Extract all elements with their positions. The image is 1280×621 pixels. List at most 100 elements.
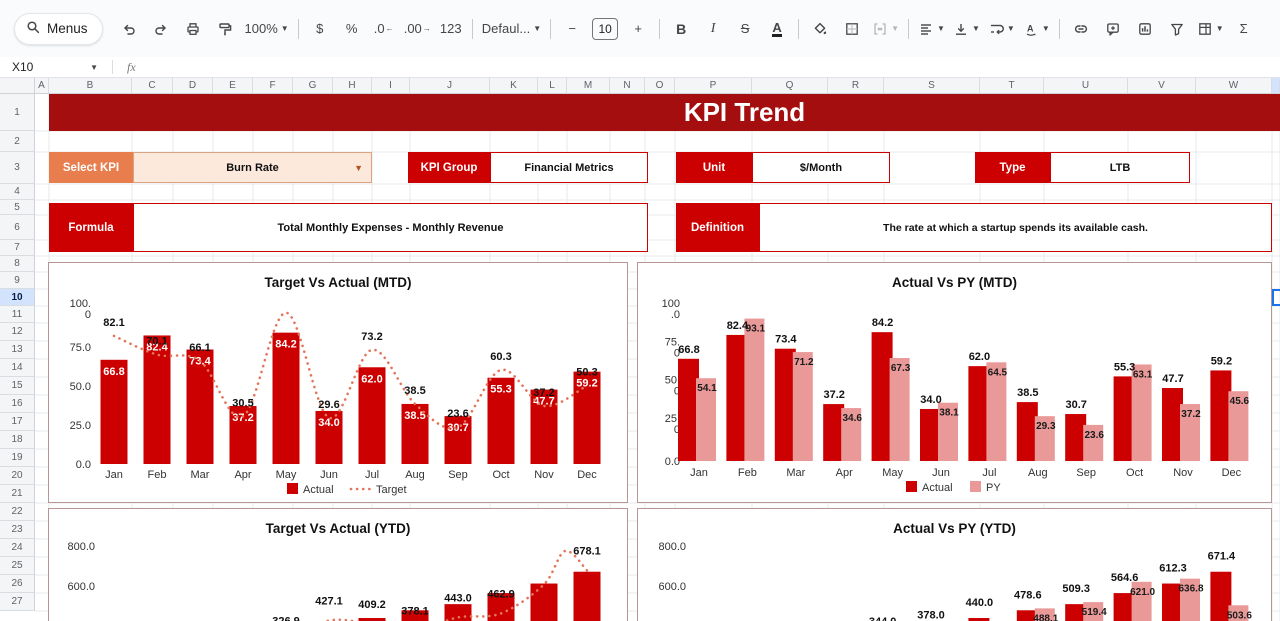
row-header-9[interactable]: 9	[0, 272, 35, 289]
italic-button[interactable]: I	[698, 16, 728, 42]
decrease-decimals-button[interactable]: .0←	[369, 16, 399, 42]
row-header-11[interactable]: 11	[0, 306, 35, 323]
col-header-R[interactable]: R	[828, 78, 884, 94]
col-header-I[interactable]: I	[372, 78, 410, 94]
svg-text:75.0: 75.0	[70, 342, 91, 354]
row-header-25[interactable]: 25	[0, 557, 35, 575]
search-icon	[25, 19, 41, 38]
col-header-E[interactable]: E	[213, 78, 253, 94]
row-header-18[interactable]: 18	[0, 431, 35, 449]
row-header-15[interactable]: 15	[0, 377, 35, 395]
row-header-19[interactable]: 19	[0, 449, 35, 467]
row-header-3[interactable]: 3	[0, 152, 35, 184]
vertical-align-icon[interactable]: ▼	[950, 16, 983, 42]
actual-bar-Jul	[968, 366, 989, 461]
text-color-button[interactable]: A	[762, 16, 792, 42]
col-header-T[interactable]: T	[980, 78, 1044, 94]
definition-value: The rate at which a startup spends its a…	[759, 203, 1272, 252]
row-header-27[interactable]: 27	[0, 593, 35, 611]
row-header-22[interactable]: 22	[0, 503, 35, 521]
create-filter-icon[interactable]	[1162, 16, 1192, 42]
kpi-select-dropdown[interactable]: Burn Rate ▼	[133, 152, 372, 183]
col-header-P[interactable]: P	[675, 78, 752, 94]
col-header-L[interactable]: L	[538, 78, 567, 94]
row-header-16[interactable]: 16	[0, 395, 35, 413]
col-header-U[interactable]: U	[1044, 78, 1128, 94]
row-header-17[interactable]: 17	[0, 413, 35, 431]
format-currency-button[interactable]: $	[305, 16, 335, 42]
row-header-12[interactable]: 12	[0, 323, 35, 341]
format-percent-button[interactable]: %	[337, 16, 367, 42]
row-header-21[interactable]: 21	[0, 485, 35, 503]
font-select[interactable]: Defaul...▼	[479, 16, 544, 42]
row-header-10[interactable]: 10	[0, 289, 35, 306]
row-header-7[interactable]: 7	[0, 240, 35, 256]
col-header-C[interactable]: C	[132, 78, 173, 94]
increase-font-size-button[interactable]: +	[623, 16, 653, 42]
row-header-23[interactable]: 23	[0, 521, 35, 539]
decrease-font-size-button[interactable]: −	[557, 16, 587, 42]
strikethrough-button[interactable]: S	[730, 16, 760, 42]
row-header-6[interactable]: 6	[0, 215, 35, 240]
col-header-V[interactable]: V	[1128, 78, 1196, 94]
col-header-B[interactable]: B	[49, 78, 132, 94]
col-header-D[interactable]: D	[173, 78, 213, 94]
toolbar-separator	[298, 19, 299, 39]
row-header-26[interactable]: 26	[0, 575, 35, 593]
col-header-x-partial[interactable]	[1272, 78, 1280, 94]
table-icon[interactable]: ▼	[1194, 16, 1227, 42]
more-formats-button[interactable]: 123	[436, 16, 466, 42]
kpi-group-value: Financial Metrics	[490, 152, 648, 183]
chart-title: Target Vs Actual (MTD)	[264, 275, 411, 290]
col-header-G[interactable]: G	[293, 78, 333, 94]
row-header-20[interactable]: 20	[0, 467, 35, 485]
svg-text:Jan: Jan	[690, 467, 708, 479]
select-all-corner[interactable]	[0, 78, 35, 94]
undo-icon[interactable]	[114, 16, 144, 42]
text-rotation-icon[interactable]: A▼	[1020, 16, 1053, 42]
functions-button[interactable]: Σ	[1229, 16, 1259, 42]
text-wrap-icon[interactable]: ▼	[985, 16, 1018, 42]
svg-text:Sep: Sep	[448, 469, 468, 481]
bold-button[interactable]: B	[666, 16, 696, 42]
fill-color-icon[interactable]	[805, 16, 835, 42]
col-header-F[interactable]: F	[253, 78, 293, 94]
print-icon[interactable]	[178, 16, 208, 42]
name-box[interactable]: X10 ▼	[0, 60, 106, 74]
row-header-1[interactable]: 1	[0, 94, 35, 131]
col-header-Q[interactable]: Q	[752, 78, 828, 94]
col-header-A[interactable]: A	[35, 78, 49, 94]
col-header-N[interactable]: N	[610, 78, 645, 94]
menus-button[interactable]: Menus	[14, 13, 103, 45]
col-header-M[interactable]: M	[567, 78, 610, 94]
divider	[112, 60, 113, 74]
col-header-K[interactable]: K	[490, 78, 538, 94]
col-header-S[interactable]: S	[884, 78, 980, 94]
row-header-5[interactable]: 5	[0, 200, 35, 215]
svg-text:Actual: Actual	[303, 484, 334, 496]
insert-link-icon[interactable]	[1066, 16, 1096, 42]
row-header-14[interactable]: 14	[0, 359, 35, 377]
row-header-24[interactable]: 24	[0, 539, 35, 557]
unit-value: $/Month	[752, 152, 890, 183]
col-header-W[interactable]: W	[1196, 78, 1272, 94]
zoom-select[interactable]: 100%▼	[242, 16, 292, 42]
redo-icon[interactable]	[146, 16, 176, 42]
row-header-4[interactable]: 4	[0, 184, 35, 200]
col-header-H[interactable]: H	[333, 78, 372, 94]
borders-icon[interactable]	[837, 16, 867, 42]
row-header-8[interactable]: 8	[0, 256, 35, 272]
selected-cell-x10[interactable]	[1272, 289, 1280, 306]
paint-format-icon[interactable]	[210, 16, 240, 42]
horizontal-align-icon[interactable]: ▼	[915, 16, 948, 42]
svg-text:Nov: Nov	[1173, 467, 1193, 479]
insert-comment-icon[interactable]	[1098, 16, 1128, 42]
col-header-J[interactable]: J	[410, 78, 490, 94]
row-header-2[interactable]: 2	[0, 131, 35, 152]
insert-chart-icon[interactable]	[1130, 16, 1160, 42]
merge-cells-icon[interactable]: ▼	[869, 16, 902, 42]
increase-decimals-button[interactable]: .00→	[401, 16, 434, 42]
font-size-input[interactable]: 10	[589, 16, 621, 42]
col-header-O[interactable]: O	[645, 78, 675, 94]
row-header-13[interactable]: 13	[0, 341, 35, 359]
